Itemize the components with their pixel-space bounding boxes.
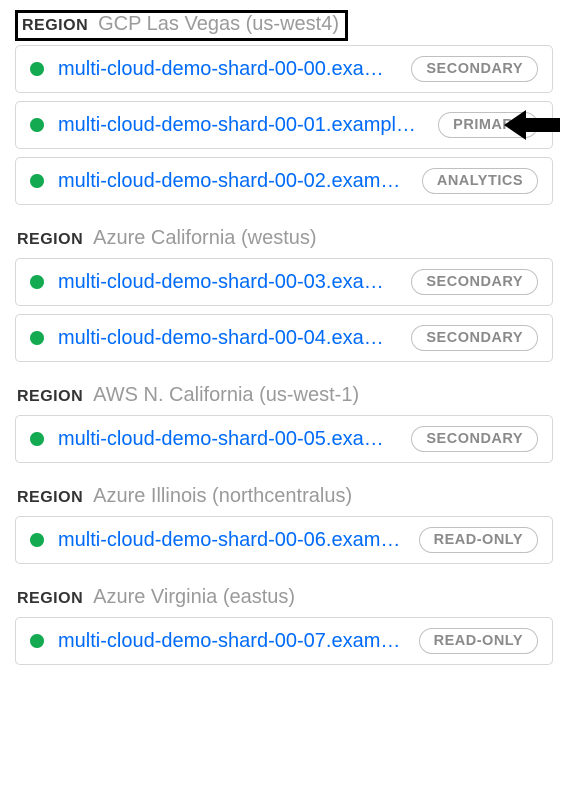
region-label: REGION: [17, 590, 83, 608]
role-badge: SECONDARY: [411, 325, 538, 351]
shard-link[interactable]: multi-cloud-demo-shard-00-07.example.net: [58, 630, 405, 653]
shard-row: multi-cloud-demo-shard-00-03.example.net…: [15, 258, 553, 306]
region-block: REGION AWS N. California (us-west-1) multi…: [15, 380, 553, 463]
region-name: Azure Illinois (northcentralus): [93, 485, 352, 508]
shard-link[interactable]: multi-cloud-demo-shard-00-02.example.net: [58, 170, 408, 193]
shard-row: multi-cloud-demo-shard-00-04.example.net…: [15, 314, 553, 362]
region-name: Azure California (westus): [93, 227, 316, 250]
region-header: REGION Azure Illinois (northcentralus): [15, 481, 553, 516]
shard-link[interactable]: multi-cloud-demo-shard-00-05.example.net: [58, 428, 397, 451]
status-up-icon: [30, 275, 44, 289]
role-badge: SECONDARY: [411, 269, 538, 295]
status-up-icon: [30, 331, 44, 345]
region-header: REGION AWS N. California (us-west-1): [15, 380, 553, 415]
region-block: REGION GCP Las Vegas (us-west4) multi-clou…: [15, 10, 553, 205]
region-header: REGION Azure California (westus): [15, 223, 553, 258]
role-badge: READ-ONLY: [419, 628, 538, 654]
shard-link[interactable]: multi-cloud-demo-shard-00-06.example.net: [58, 529, 405, 552]
status-up-icon: [30, 533, 44, 547]
shard-row: multi-cloud-demo-shard-00-00.example.net…: [15, 45, 553, 93]
region-label: REGION: [17, 489, 83, 507]
role-badge: SECONDARY: [411, 56, 538, 82]
region-name: AWS N. California (us-west-1): [93, 384, 359, 407]
region-label: REGION: [22, 17, 88, 35]
role-badge: READ-ONLY: [419, 527, 538, 553]
status-up-icon: [30, 174, 44, 188]
region-name: GCP Las Vegas (us-west4): [98, 13, 339, 36]
shard-row: multi-cloud-demo-shard-00-06.example.net…: [15, 516, 553, 564]
region-header-highlighted: REGION GCP Las Vegas (us-west4): [15, 10, 348, 41]
role-badge: SECONDARY: [411, 426, 538, 452]
shard-row: multi-cloud-demo-shard-00-02.example.net…: [15, 157, 553, 205]
status-up-icon: [30, 118, 44, 132]
shard-link[interactable]: multi-cloud-demo-shard-00-00.example.net: [58, 58, 397, 81]
status-up-icon: [30, 432, 44, 446]
status-up-icon: [30, 634, 44, 648]
status-up-icon: [30, 62, 44, 76]
region-block: REGION Azure Illinois (northcentralus) mul…: [15, 481, 553, 564]
shard-link[interactable]: multi-cloud-demo-shard-00-04.example.net: [58, 327, 397, 350]
region-label: REGION: [17, 388, 83, 406]
shard-row: multi-cloud-demo-shard-00-01.example.net…: [15, 101, 553, 149]
role-badge: ANALYTICS: [422, 168, 538, 194]
region-name: Azure Virginia (eastus): [93, 586, 295, 609]
region-header: REGION Azure Virginia (eastus): [15, 582, 553, 617]
region-block: REGION Azure Virginia (eastus) multi-cloud…: [15, 582, 553, 665]
region-block: REGION Azure California (westus) multi-clo…: [15, 223, 553, 362]
region-label: REGION: [17, 231, 83, 249]
shard-row: multi-cloud-demo-shard-00-05.example.net…: [15, 415, 553, 463]
shard-row: multi-cloud-demo-shard-00-07.example.net…: [15, 617, 553, 665]
arrow-left-icon: [504, 108, 560, 142]
shard-link[interactable]: multi-cloud-demo-shard-00-01.example.net: [58, 114, 424, 137]
shard-link[interactable]: multi-cloud-demo-shard-00-03.example.net: [58, 271, 397, 294]
